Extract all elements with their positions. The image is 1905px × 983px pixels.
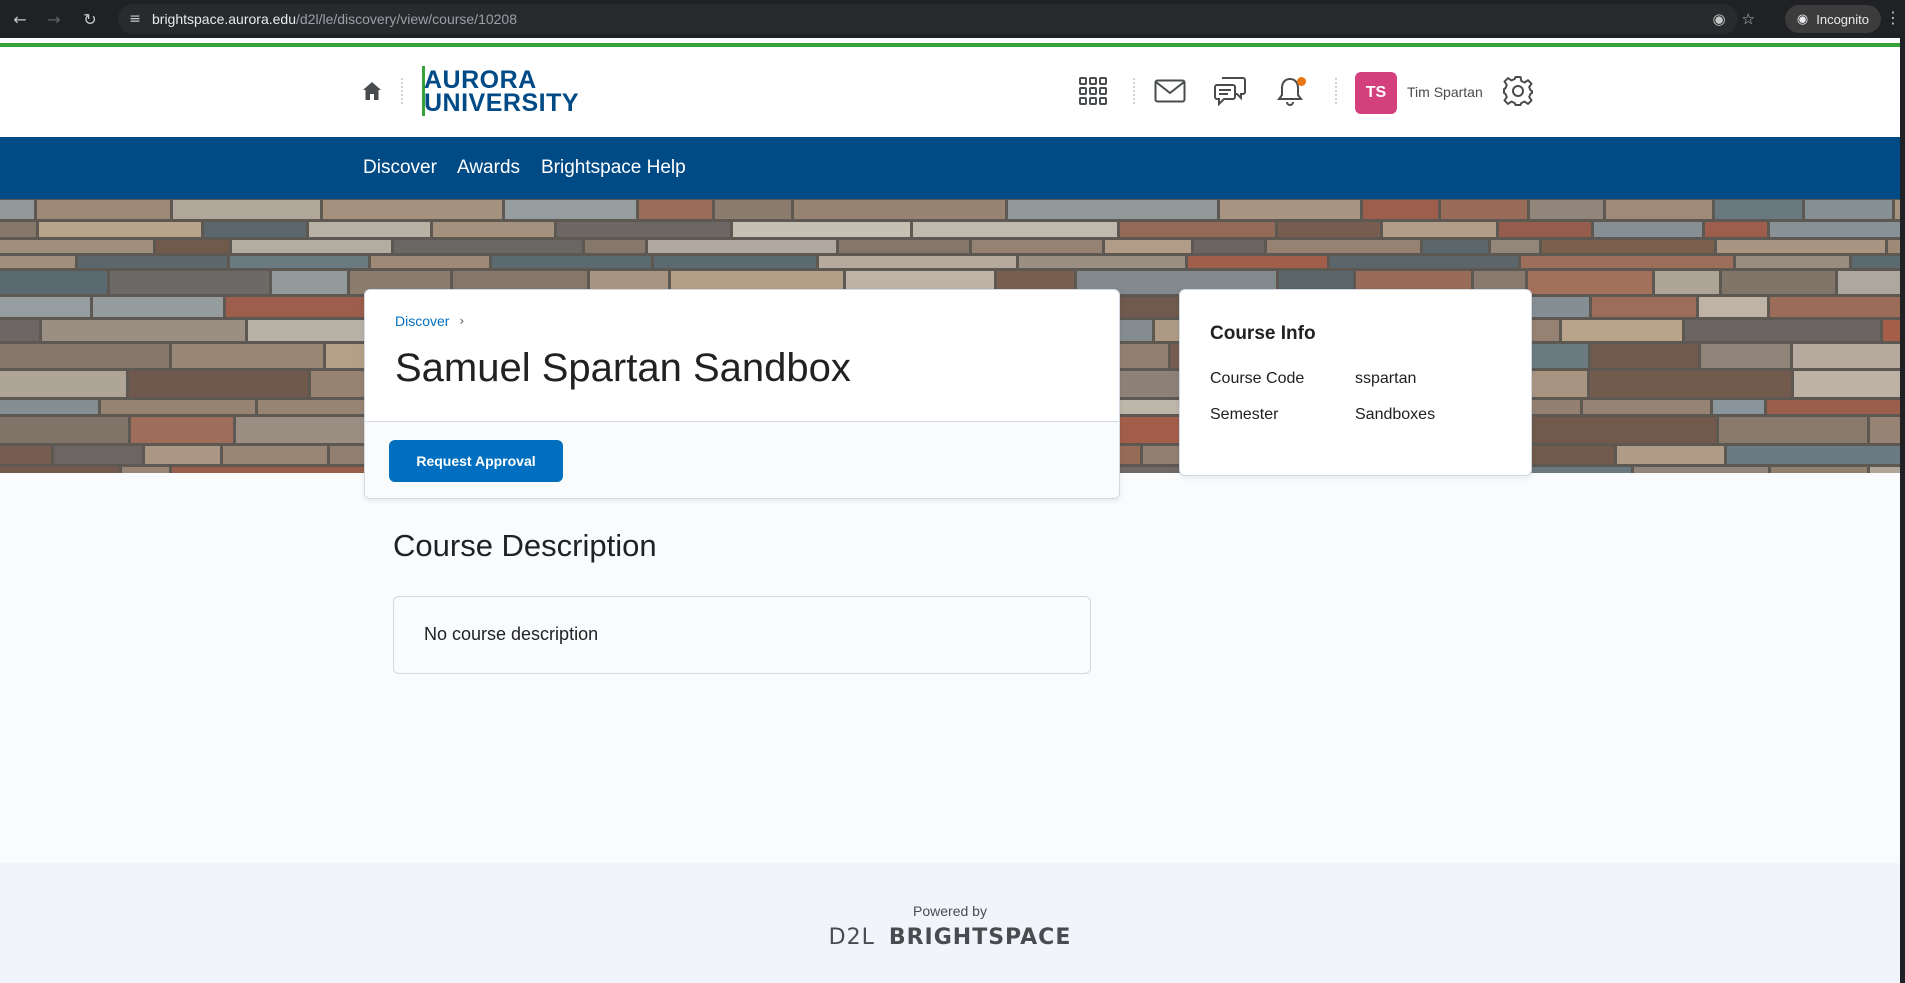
bookmark-star-icon[interactable]: ☆ bbox=[1742, 10, 1755, 28]
info-label: Course Code bbox=[1210, 370, 1305, 387]
nav-item-awards[interactable]: Awards bbox=[457, 157, 520, 179]
course-description-box: No course description bbox=[393, 596, 1091, 674]
notifications-bell-icon[interactable] bbox=[1274, 75, 1306, 107]
page-title: Samuel Spartan Sandbox bbox=[395, 346, 851, 390]
header-divider bbox=[1335, 78, 1337, 104]
site-info-icon[interactable]: ≡ bbox=[118, 11, 152, 27]
address-bar[interactable]: ≡ brightspace.aurora.edu/d2l/le/discover… bbox=[118, 4, 1738, 34]
url-text[interactable]: brightspace.aurora.edu/d2l/le/discovery/… bbox=[152, 11, 517, 27]
aurora-university-logo[interactable]: AURORA UNIVERSITY bbox=[422, 66, 579, 118]
browser-menu-icon[interactable]: ⋮ bbox=[1885, 8, 1901, 27]
breadcrumb: Discover › bbox=[395, 313, 464, 329]
chat-bubbles-icon[interactable] bbox=[1214, 75, 1246, 107]
incognito-icon: ◉ bbox=[1796, 11, 1809, 27]
avatar[interactable]: TS bbox=[1355, 72, 1397, 114]
incognito-label: Incognito bbox=[1816, 11, 1869, 27]
header-divider bbox=[401, 78, 403, 104]
home-icon[interactable] bbox=[361, 80, 383, 102]
course-description-heading: Course Description bbox=[393, 528, 657, 563]
waffle-grid-icon[interactable] bbox=[1077, 75, 1109, 107]
request-approval-button[interactable]: Request Approval bbox=[389, 440, 563, 482]
d2l-brightspace-logo[interactable]: D2L BRIGHTSPACE bbox=[0, 925, 1900, 950]
reload-icon[interactable]: ↻ bbox=[72, 0, 108, 38]
course-description-text: No course description bbox=[424, 624, 599, 644]
breadcrumb-link-discover[interactable]: Discover bbox=[395, 313, 449, 329]
mail-icon[interactable] bbox=[1154, 75, 1186, 107]
notification-dot bbox=[1297, 77, 1306, 86]
user-name[interactable]: Tim Spartan bbox=[1407, 84, 1483, 100]
navbar: Discover Awards Brightspace Help bbox=[0, 137, 1900, 199]
chevron-right-icon: › bbox=[459, 314, 465, 328]
info-value: sspartan bbox=[1355, 370, 1417, 387]
info-value: Sandboxes bbox=[1355, 406, 1436, 423]
minibar-header: AURORA UNIVERSITY TS Tim Spartan bbox=[0, 47, 1900, 137]
course-info-card: Course Info Course Code sspartan Semeste… bbox=[1179, 289, 1532, 476]
window-edge bbox=[1900, 38, 1905, 983]
footer: Powered by D2L BRIGHTSPACE bbox=[0, 863, 1900, 983]
gear-icon[interactable] bbox=[1502, 75, 1534, 107]
browser-toolbar: ← → ↻ ≡ brightspace.aurora.edu/d2l/le/di… bbox=[0, 0, 1905, 38]
info-label: Semester bbox=[1210, 406, 1279, 423]
forward-arrow-icon[interactable]: → bbox=[36, 0, 72, 38]
powered-by-label: Powered by bbox=[913, 903, 987, 919]
header-divider bbox=[1133, 78, 1135, 104]
course-title-card: Discover › Samuel Spartan Sandbox Reques… bbox=[364, 289, 1120, 499]
back-arrow-icon[interactable]: ← bbox=[2, 0, 38, 38]
course-info-heading: Course Info bbox=[1210, 323, 1316, 344]
eye-off-icon[interactable]: ◉ bbox=[1712, 10, 1725, 28]
incognito-badge[interactable]: ◉ Incognito bbox=[1784, 5, 1881, 33]
nav-item-discover[interactable]: Discover bbox=[363, 157, 437, 179]
nav-item-brightspace-help[interactable]: Brightspace Help bbox=[541, 157, 686, 179]
